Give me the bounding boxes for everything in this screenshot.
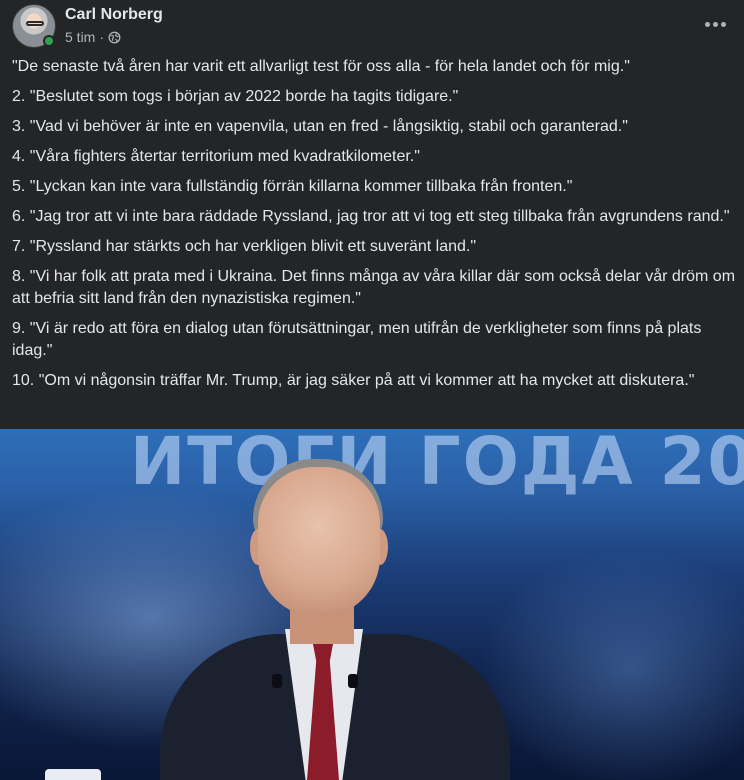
desk-cup [45, 769, 101, 780]
more-options-icon[interactable] [702, 14, 728, 34]
lapel-mic [272, 674, 282, 688]
post-line: 4. "Våra fighters återtar territorium me… [12, 148, 420, 165]
lapel-mic [348, 674, 358, 688]
post-line: 10. "Om vi någonsin träffar Mr. Trump, ä… [12, 372, 695, 389]
post-line: "De senaste två åren har varit ett allva… [12, 58, 630, 75]
post-meta: 5 tim · [65, 29, 121, 45]
post-line: 8. "Vi har folk att prata med i Ukraina.… [12, 268, 736, 307]
globe-icon[interactable] [108, 31, 121, 44]
avatar-glasses [26, 21, 44, 26]
post-line: 7. "Ryssland har stärkts och har verklig… [12, 238, 477, 255]
post-line: 3. "Vad vi behöver är inte en vapenvila,… [12, 118, 628, 135]
person-head [258, 467, 380, 617]
online-status-dot [43, 35, 55, 47]
post-line: 5. "Lyckan kan inte vara fullständig för… [12, 178, 573, 195]
photo-banner-text: ИТОГИ ГОДА 2024 [130, 429, 744, 500]
post-line: 9. "Vi är redo att föra en dialog utan f… [12, 320, 702, 359]
more-dot [720, 21, 726, 27]
post-photo[interactable]: ИТОГИ ГОДА 2024 [0, 429, 744, 780]
more-dot [704, 21, 710, 27]
photo-glow [480, 549, 744, 780]
post-text: "De senaste två åren har varit ett allva… [12, 56, 736, 400]
post-line: 2. "Beslutet som togs i början av 2022 b… [12, 88, 459, 105]
more-dot [712, 21, 718, 27]
author-name[interactable]: Carl Norberg [65, 6, 163, 24]
post-time[interactable]: 5 tim [65, 29, 95, 45]
post-header: Carl Norberg 5 tim · [0, 0, 744, 56]
meta-separator: · [99, 29, 105, 45]
post-line: 6. "Jag tror att vi inte bara räddade Ry… [12, 208, 730, 225]
